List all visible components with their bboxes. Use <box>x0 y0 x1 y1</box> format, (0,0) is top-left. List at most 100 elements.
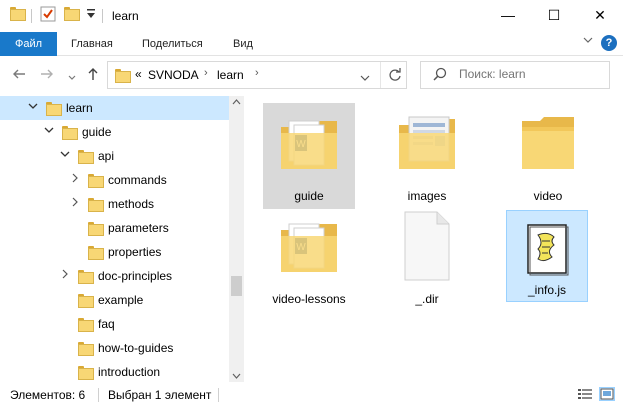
chevron-down-icon[interactable] <box>60 149 70 162</box>
folder-icon <box>88 198 104 212</box>
item-dir-file[interactable]: _.dir <box>381 210 473 316</box>
tree-item-doc-principles[interactable]: doc-principles <box>0 264 229 288</box>
tree-item-api[interactable]: api <box>0 144 229 168</box>
tree-item-guide[interactable]: guide <box>0 120 229 144</box>
tree-item-commands[interactable]: commands <box>0 168 229 192</box>
divider <box>98 388 99 402</box>
folder-icon <box>88 174 104 188</box>
item-label: guide <box>294 189 324 203</box>
script-file-icon <box>527 224 569 276</box>
tree-item-label: guide <box>82 125 112 139</box>
scroll-up-icon[interactable] <box>232 98 241 107</box>
blank-file-icon <box>404 211 450 281</box>
tree-item-example[interactable]: example <box>0 288 229 312</box>
tree-item-label: how-to-guides <box>98 341 174 355</box>
customize-quick-access-icon[interactable] <box>86 8 96 22</box>
folder-icon <box>78 366 94 380</box>
tree-item-label: doc-principles <box>98 269 173 283</box>
tree-item-parameters[interactable]: parameters <box>0 216 229 240</box>
item-label: _info.js <box>527 283 567 297</box>
details-view-icon[interactable] <box>577 387 593 401</box>
breadcrumb-separator[interactable]: › <box>255 67 259 79</box>
scroll-down-icon[interactable] <box>232 372 241 381</box>
properties-icon[interactable] <box>40 6 56 25</box>
folder-icon <box>10 7 26 21</box>
expand-ribbon-icon[interactable] <box>583 36 593 47</box>
folder-icon <box>78 150 94 164</box>
tree-item-label: example <box>98 293 144 307</box>
status-bar: Элементов: 6 Выбран 1 элемент <box>0 382 623 407</box>
folder-icon <box>62 126 78 140</box>
close-button[interactable]: ✕ <box>577 0 623 30</box>
refresh-button[interactable] <box>380 62 408 88</box>
tree-item-label: introduction <box>98 365 161 379</box>
tab-file[interactable]: Файл <box>0 32 57 56</box>
new-folder-icon[interactable] <box>64 7 80 21</box>
breadcrumb-overflow[interactable]: « <box>135 67 142 81</box>
folder-documents-icon: W <box>281 223 337 272</box>
divider <box>218 388 219 402</box>
minimize-button[interactable]: — <box>485 0 531 30</box>
divider <box>31 9 32 23</box>
tab-home[interactable]: Главная <box>71 32 113 56</box>
address-dropdown-icon[interactable] <box>360 71 370 85</box>
item-label: video <box>533 189 563 203</box>
item-label: images <box>407 189 447 203</box>
folder-icon <box>522 117 574 169</box>
tree-item-how-to-guides[interactable]: how-to-guides <box>0 336 229 360</box>
item-label: video-lessons <box>272 292 346 306</box>
item-images[interactable]: images <box>381 103 473 209</box>
scrollbar-thumb[interactable] <box>231 276 242 296</box>
tree-item-label: api <box>98 149 115 163</box>
recent-locations-icon[interactable] <box>68 69 76 85</box>
tree-item-methods[interactable]: methods <box>0 192 229 216</box>
selection-count: Выбран 1 элемент <box>108 388 212 402</box>
item-video-lessons[interactable]: W video-lessons <box>263 210 355 316</box>
tree-item-label: methods <box>108 197 155 211</box>
tree-item-introduction[interactable]: introduction <box>0 360 229 382</box>
item-guide[interactable]: W guide <box>263 103 355 209</box>
breadcrumb-svnoda[interactable]: SVNODA <box>148 68 199 82</box>
tree-item-faq[interactable]: faq <box>0 312 229 336</box>
item-info-js[interactable]: _info.js <box>506 210 588 302</box>
folder-icon <box>78 318 94 332</box>
back-button[interactable] <box>12 67 26 84</box>
tree-item-label: learn <box>66 101 93 115</box>
item-label: _.dir <box>415 292 439 306</box>
navigation-bar: « SVNODA › learn › <box>0 56 623 94</box>
large-icons-view-icon[interactable] <box>599 387 615 401</box>
maximize-button[interactable]: ☐ <box>531 0 577 30</box>
tab-share[interactable]: Поделиться <box>142 32 203 56</box>
window-title: learn <box>112 9 139 23</box>
folder-icon <box>78 270 94 284</box>
help-button[interactable]: ? <box>601 35 617 51</box>
tree-item-label: properties <box>108 245 162 259</box>
tree-item-label: faq <box>98 317 115 331</box>
file-list: W guide images video <box>245 96 623 382</box>
chevron-down-icon[interactable] <box>28 101 38 114</box>
chevron-right-icon[interactable] <box>70 197 80 210</box>
tab-view[interactable]: Вид <box>233 32 253 56</box>
tree-item-properties[interactable]: properties <box>0 240 229 264</box>
folder-icon <box>78 342 94 356</box>
chevron-right-icon[interactable] <box>60 269 70 282</box>
tree-scrollbar[interactable] <box>229 96 244 382</box>
item-count: Элементов: 6 <box>10 388 86 402</box>
chevron-down-icon[interactable] <box>44 125 54 138</box>
up-button[interactable] <box>86 67 100 84</box>
folder-icon <box>88 222 104 236</box>
search-box[interactable] <box>420 61 610 89</box>
breadcrumb-separator[interactable]: › <box>204 67 208 79</box>
search-input[interactable] <box>459 67 599 81</box>
chevron-right-icon[interactable] <box>70 173 80 186</box>
navigation-pane: learn guide api commands methods parameters pr… <box>0 96 229 382</box>
folder-icon <box>88 246 104 260</box>
address-bar[interactable]: « SVNODA › learn › <box>107 61 407 89</box>
forward-button[interactable] <box>40 67 54 84</box>
search-icon <box>433 67 447 84</box>
tree-item-learn[interactable]: learn <box>0 96 229 120</box>
title-bar: learn — ☐ ✕ <box>0 0 623 32</box>
item-video[interactable]: video <box>502 103 594 209</box>
breadcrumb-learn[interactable]: learn <box>217 68 244 82</box>
tree-item-label: commands <box>108 173 167 187</box>
